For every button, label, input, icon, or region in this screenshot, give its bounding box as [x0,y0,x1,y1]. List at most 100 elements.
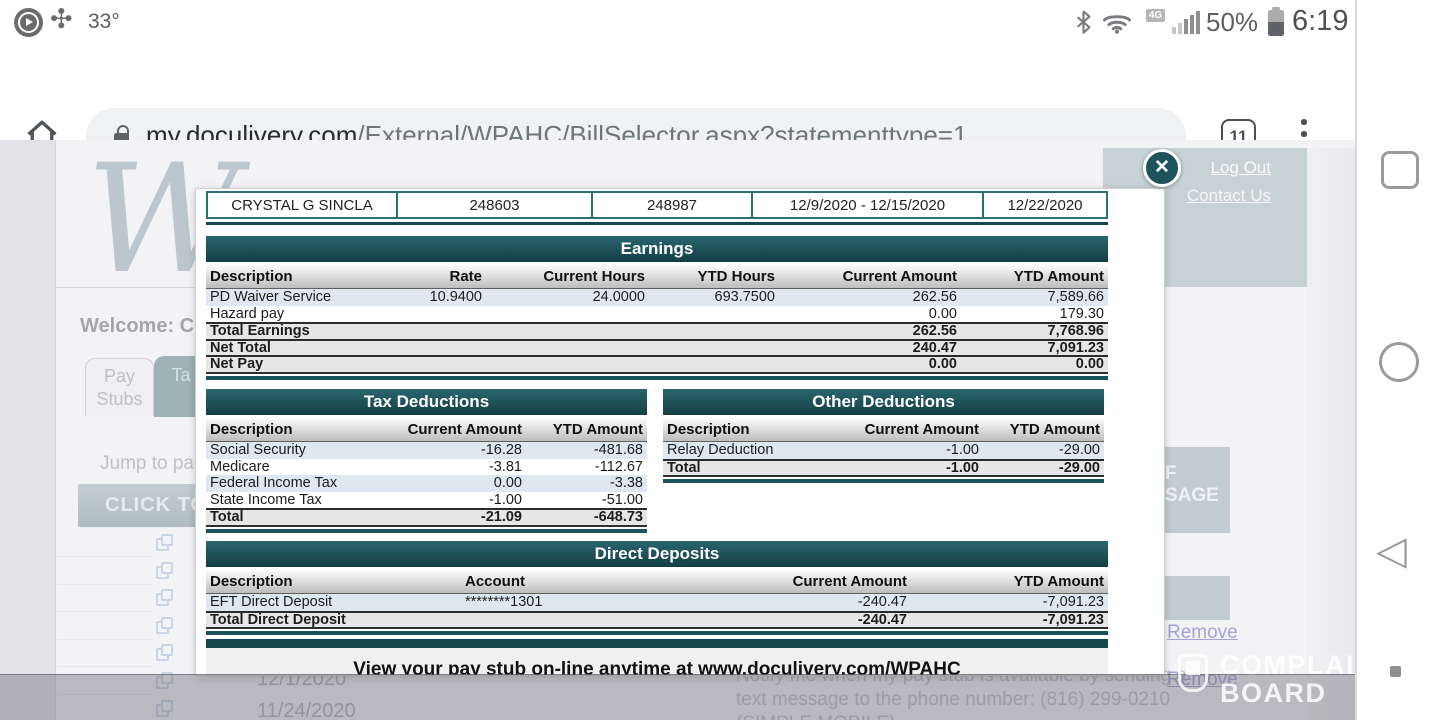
table-cell: -112.67 [526,459,647,475]
tax-deductions-table: Tax DeductionsDescriptionCurrent AmountY… [206,389,647,533]
tab-pay-stubs[interactable]: Pay Stubs [85,358,154,416]
nav-hint-dot [1390,666,1401,677]
table-cell: 7,589.66 [961,289,1108,305]
message-toggle-line2: SAGE [1165,485,1230,507]
employee-info-row: CRYSTAL G SINCLA 248603 248987 12/9/2020… [206,191,1108,219]
column-header: YTD Amount [961,268,1108,285]
table-cell: 10.9400 [421,289,486,305]
table-row: State Income Tax-1.00-51.00 [206,492,647,509]
recents-button[interactable] [1381,151,1419,189]
table-header-row: DescriptionAccountCurrent AmountYTD Amou… [206,567,1108,594]
table-row: Total-1.00-29.00 [663,459,1104,476]
table-cell: Total [206,509,386,525]
table-cell: 7,768.96 [961,323,1108,339]
page-right-margin [1307,148,1355,720]
shield-icon [1178,654,1208,692]
table-cell: 240.47 [779,340,961,356]
table-row: Total Earnings262.567,768.96 [206,322,1108,339]
table-row: Social Security-16.28-481.68 [206,442,647,459]
column-header: Description [206,573,461,590]
table-cell: 262.56 [779,289,961,305]
list-divider [57,666,153,667]
external-link-icon[interactable] [156,617,173,634]
earnings-table: EarningsDescriptionRateCurrent HoursYTD … [206,236,1108,380]
table-cell: 7,091.23 [961,340,1108,356]
column-header: Current Amount [386,421,526,438]
table-cell: -7,091.23 [911,612,1108,628]
table-cell: Federal Income Tax [206,475,386,491]
bluetooth-icon [1076,10,1091,39]
back-button[interactable]: ◁ [1376,528,1407,574]
close-icon[interactable]: ✕ [1143,149,1181,187]
log-out-link[interactable]: Log Out [1103,158,1271,178]
footer-divider-bar [206,639,1108,648]
table-header-row: DescriptionRateCurrent HoursYTD HoursCur… [206,262,1108,289]
table-header-row: DescriptionCurrent AmountYTD Amount [206,415,647,442]
message-toggle-line1: F [1165,463,1230,485]
table-cell: 0.00 [779,356,961,372]
table-body: PD Waiver Service10.940024.0000693.75002… [206,289,1108,374]
home-nav-button[interactable] [1379,342,1419,382]
jump-to-page-label: Jump to pag [100,453,205,475]
table-cell: -21.09 [386,509,526,525]
welcome-label: Welcome: CR [80,315,209,338]
external-link-icon[interactable] [156,562,173,579]
list-divider [57,611,153,612]
table-cell: -240.47 [701,612,911,628]
table-row: Net Total 240.477,091.23 [206,339,1108,356]
table-row: Hazard pay 0.00179.30 [206,306,1108,323]
table-cell: -29.00 [983,442,1104,458]
table-body: EFT Direct Deposit********1301-240.47-7,… [206,594,1108,629]
battery-icon [1268,10,1284,36]
remove-link[interactable]: Remove [1167,622,1238,644]
table-cell: Total Direct Deposit [206,612,461,628]
table-cell: -3.81 [386,459,526,475]
pay-stub-modal: CRYSTAL G SINCLA 248603 248987 12/9/2020… [195,188,1165,676]
table-body: Social Security-16.28-481.68Medicare-3.8… [206,442,647,527]
column-header: Current Amount [701,573,911,590]
column-header: YTD Amount [983,421,1104,438]
table-cell: 24.0000 [486,289,649,305]
battery-percent-label: 50% [1206,7,1258,38]
watermark-line2: BOARD [1220,678,1327,709]
check-number: 248987 [593,193,753,217]
table-cell: 179.30 [961,306,1108,322]
table-row: Net Pay 0.000.00 [206,355,1108,372]
table-cell: Hazard pay [206,306,421,322]
page-left-margin [0,140,56,720]
list-divider [57,556,153,557]
table-row: EFT Direct Deposit********1301-240.47-7,… [206,594,1108,611]
table-cell: Net Total [206,340,421,356]
table-cell: -1.00 [843,460,983,476]
table-title: Other Deductions [663,389,1104,415]
column-header: Current Amount [843,421,983,438]
column-header: Rate [421,268,486,285]
table-row: Medicare-3.81-112.67 [206,459,647,476]
table-cell: Net Pay [206,356,421,372]
external-link-icon[interactable] [156,589,173,606]
table-cell: Total Earnings [206,323,421,339]
table-cell: 0.00 [779,306,961,322]
table-row: Relay Deduction-1.00-29.00 [663,442,1104,459]
table-cell: Medicare [206,459,386,475]
info-row-underline [206,222,1108,225]
status-bar: ✣ 33° 4G 50% 6:19 AM [0,0,1440,45]
pay-stub-footer-text: View your pay stub on-line anytime at ww… [206,648,1108,676]
direct-deposits-table: Direct DepositsDescriptionAccountCurrent… [206,541,1108,635]
external-link-icon[interactable] [156,534,173,551]
page-viewport: W Log Out Contact Us Welcome: CR Pay Stu… [0,140,1356,720]
table-cell: Total [663,460,843,476]
table-title: Direct Deposits [206,541,1108,567]
column-header: YTD Amount [526,421,647,438]
table-cell: -3.38 [526,475,647,491]
external-link-icon[interactable] [156,644,173,661]
table-cell: 0.00 [386,475,526,491]
complaintsboard-watermark: COMPLAIN BOARD [1178,650,1356,720]
record-notification-icon [14,8,43,37]
table-cell: -648.73 [526,509,647,525]
column-header: Description [206,421,386,438]
table-cell: -7,091.23 [911,594,1108,610]
table-title: Tax Deductions [206,389,647,415]
table-cell: 0.00 [961,356,1108,372]
list-divider [57,639,153,640]
